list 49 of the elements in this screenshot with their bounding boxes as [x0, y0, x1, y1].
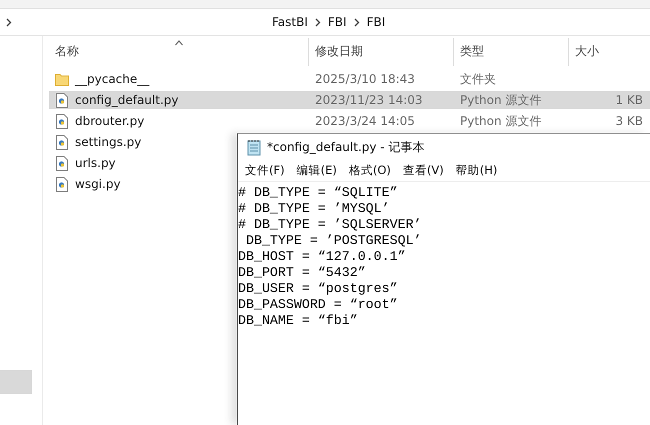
chevron-icon[interactable] — [6, 18, 12, 26]
chevron-icon[interactable] — [354, 18, 360, 26]
file-name: wsgi.py — [75, 177, 121, 191]
file-name: urls.py — [75, 156, 116, 170]
file-type: Python 源文件 — [459, 92, 542, 108]
python-file-icon — [55, 134, 69, 150]
code-line: DB_NAME = “fbi” — [238, 313, 359, 329]
menu-item[interactable]: 格式(O) — [348, 163, 392, 178]
nav-highlight — [0, 370, 32, 394]
column-header[interactable]: 修改日期 — [309, 38, 454, 66]
column-header[interactable]: 类型 — [454, 38, 569, 66]
file-name: __pycache__ — [75, 72, 150, 86]
code-line: DB_HOST = “127.0.0.1” — [238, 249, 407, 265]
python-file-icon — [55, 114, 69, 128]
code-line: DB_PORT = “5432” — [238, 265, 367, 281]
file-row[interactable]: config_default.py 2023/11/23 14:03 Python 源文件 1 KB — [49, 91, 650, 109]
code-line: DB_TYPE = ’POSTGRESQL’ — [244, 233, 423, 249]
text-editor[interactable]: # DB_TYPE = “SQLITE” # DB_TYPE = ’MYSQL’ # DB_TYPE = ’SQLSERVER’ DB_TYPE = ’POSTGRESQL’ DB_HOST = “127.0.0.1” DB_PORT = “5432” DB_USER = “postgres” DB_PASSWORD = “root” DB_NAME = “fbi” — [238, 182, 650, 329]
file-name: settings.py — [75, 135, 142, 149]
menu-item[interactable]: 文件(F) — [244, 163, 286, 178]
breadcrumb[interactable]: FBI — [328, 15, 347, 29]
menu-item[interactable]: 查看(V) — [402, 163, 445, 178]
python-file-icon — [55, 92, 69, 108]
file-size: 3 KB — [614, 114, 644, 128]
modified-date: 2025/3/10 18:43 — [314, 72, 416, 86]
modified-date: 2023/3/24 14:05 — [314, 114, 416, 128]
notepad-icon — [247, 138, 262, 156]
modified-date: 2023/11/23 14:03 — [314, 93, 424, 107]
code-line: DB_USER = “postgres” — [238, 281, 399, 297]
menu-item[interactable]: 编辑(E) — [296, 163, 338, 178]
column-header[interactable]: 名称 — [49, 38, 309, 66]
breadcrumb[interactable]: FBI — [366, 15, 386, 29]
column-header[interactable]: 大小 — [569, 38, 647, 66]
file-type: 文件夹 — [459, 70, 497, 88]
breadcrumb[interactable]: FastBI — [272, 15, 308, 29]
window-title: *config_default.py - 记事本 — [267, 138, 424, 156]
menu-item[interactable]: 帮助(H) — [454, 163, 498, 178]
python-file-icon — [55, 156, 69, 170]
code-line: # DB_TYPE = “SQLITE” — [238, 185, 399, 201]
code-line: DB_PASSWORD = “root” — [238, 297, 399, 313]
file-size: 1 KB — [614, 93, 644, 107]
file-type: Python 源文件 — [459, 112, 542, 130]
file-name: config_default.py — [75, 93, 178, 107]
chevron-icon[interactable] — [314, 18, 321, 26]
code-line: # DB_TYPE = ’MYSQL’ — [238, 201, 391, 217]
file-name: dbrouter.py — [75, 114, 144, 128]
folder-icon — [55, 72, 69, 86]
python-file-icon — [55, 176, 69, 192]
code-line: # DB_TYPE = ’SQLSERVER’ — [238, 217, 423, 233]
